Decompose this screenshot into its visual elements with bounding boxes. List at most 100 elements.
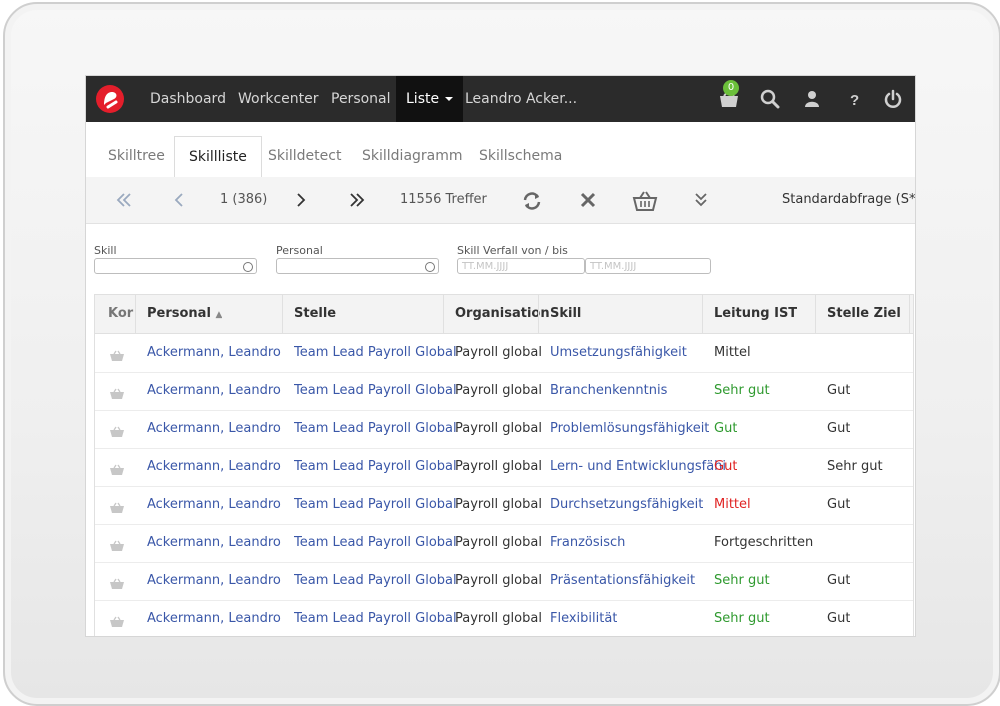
clear-icon[interactable] — [578, 190, 598, 210]
prev-page-icon[interactable] — [170, 190, 190, 210]
cell-skill[interactable]: Durchsetzungsfähigkeit — [550, 486, 703, 524]
basket-icon[interactable] — [109, 613, 125, 627]
col-header-leitung-ist[interactable]: Leitung IST — [714, 295, 797, 333]
cell-stelle[interactable]: Team Lead Payroll Global — [294, 600, 457, 636]
nav-dashboard[interactable]: Dashboard — [150, 76, 226, 122]
tab-skilldetect[interactable]: Skilldetect — [268, 136, 341, 176]
basket-icon[interactable] — [109, 575, 125, 589]
next-page-icon[interactable] — [291, 190, 311, 210]
nav-workcenter[interactable]: Workcenter — [238, 76, 319, 122]
cell-skill[interactable]: Französisch — [550, 524, 625, 562]
cell-skill[interactable]: Flexibilität — [550, 600, 617, 636]
cell-personal[interactable]: Ackermann, Leandro — [147, 334, 281, 372]
search-icon[interactable] — [760, 89, 780, 109]
cell-stelle[interactable]: Team Lead Payroll Global — [294, 562, 457, 600]
cell-stelle[interactable]: Team Lead Payroll Global — [294, 524, 457, 562]
basket-icon[interactable] — [109, 461, 125, 475]
search-icon — [243, 262, 253, 272]
table-row[interactable]: Ackermann, Leandro Team Lead Payroll Glob… — [95, 372, 913, 411]
column-divider — [909, 295, 910, 333]
cell-leitung-ist: Mittel — [714, 345, 751, 360]
cell-skill[interactable]: Präsentationsfähigkeit — [550, 562, 695, 600]
cell-personal[interactable]: Ackermann, Leandro — [147, 448, 281, 486]
cell-personal[interactable]: Ackermann, Leandro — [147, 600, 281, 636]
skill-table: Korb Personal ▲ Stelle Organisation Skil… — [94, 294, 914, 636]
cell-leitung-ist: Sehr gut — [714, 573, 770, 588]
skill-filter-input[interactable] — [94, 258, 257, 274]
cell-stelle-ziel: Gut — [827, 421, 851, 436]
col-header-stelle-ziel[interactable]: Stelle Ziel — [827, 295, 901, 333]
cell-organisation: Payroll global — [455, 497, 542, 512]
nav-user[interactable]: Leandro Acker... — [465, 76, 577, 122]
hits-count: 11556 Treffer — [400, 192, 487, 207]
basket-icon[interactable] — [109, 385, 125, 399]
cell-skill[interactable]: Lern- und Entwicklungsfähi — [550, 448, 726, 486]
query-select[interactable]: Standardabfrage (S*) — [782, 177, 915, 223]
column-divider — [443, 295, 444, 333]
cell-personal[interactable]: Ackermann, Leandro — [147, 372, 281, 410]
basket-icon[interactable] — [109, 347, 125, 361]
cell-leitung-ist: Gut — [714, 459, 738, 474]
verfall-filter-label: Skill Verfall von / bis — [457, 244, 568, 257]
top-navbar: Dashboard Workcenter Personal Liste Lean… — [86, 76, 915, 122]
refresh-icon[interactable] — [521, 190, 541, 210]
cell-stelle[interactable]: Team Lead Payroll Global — [294, 486, 457, 524]
search-icon — [425, 262, 435, 272]
power-icon[interactable] — [883, 89, 903, 109]
cell-stelle-ziel: Gut — [827, 611, 851, 626]
verfall-to-input[interactable]: TT.MM.JJJJ — [585, 258, 711, 274]
tab-skilldiagramm[interactable]: Skilldiagramm — [362, 136, 463, 176]
chevron-down-icon — [445, 97, 454, 101]
cell-skill[interactable]: Umsetzungsfähigkeit — [550, 334, 687, 372]
personal-filter-input[interactable] — [276, 258, 439, 274]
cell-stelle-ziel: Gut — [827, 383, 851, 398]
tab-skillschema[interactable]: Skillschema — [479, 136, 562, 176]
basket-icon[interactable] — [109, 499, 125, 513]
basket-icon[interactable] — [632, 190, 658, 211]
column-divider — [135, 295, 136, 333]
table-row[interactable]: Ackermann, Leandro Team Lead Payroll Glob… — [95, 562, 913, 601]
col-header-stelle[interactable]: Stelle — [294, 295, 336, 333]
cell-stelle[interactable]: Team Lead Payroll Global — [294, 334, 457, 372]
table-row[interactable]: Ackermann, Leandro Team Lead Payroll Glob… — [95, 486, 913, 525]
basket-icon[interactable] — [109, 423, 125, 437]
column-divider — [702, 295, 703, 333]
table-row[interactable]: Ackermann, Leandro Team Lead Payroll Glob… — [95, 524, 913, 563]
table-row[interactable]: Ackermann, Leandro Team Lead Payroll Glob… — [95, 448, 913, 487]
cell-organisation: Payroll global — [455, 535, 542, 550]
tab-skillliste[interactable]: Skillliste — [174, 136, 262, 179]
cell-personal[interactable]: Ackermann, Leandro — [147, 562, 281, 600]
cell-organisation: Payroll global — [455, 421, 542, 436]
query-select-label: Standardabfrage (S*) — [782, 192, 915, 207]
table-row[interactable]: Ackermann, Leandro Team Lead Payroll Glob… — [95, 410, 913, 449]
cell-stelle[interactable]: Team Lead Payroll Global — [294, 372, 457, 410]
personal-filter-label: Personal — [276, 244, 323, 257]
verfall-from-input[interactable]: TT.MM.JJJJ — [457, 258, 585, 274]
cell-stelle[interactable]: Team Lead Payroll Global — [294, 448, 457, 486]
cell-personal[interactable]: Ackermann, Leandro — [147, 410, 281, 448]
app-window: Dashboard Workcenter Personal Liste Lean… — [86, 76, 915, 636]
first-page-icon[interactable] — [114, 190, 134, 210]
nav-personal[interactable]: Personal — [331, 76, 391, 122]
table-row[interactable]: Ackermann, Leandro Team Lead Payroll Glob… — [95, 600, 913, 636]
col-header-personal[interactable]: Personal ▲ — [147, 295, 222, 333]
cell-skill[interactable]: Branchenkenntnis — [550, 372, 667, 410]
nav-liste[interactable]: Liste — [396, 76, 464, 122]
cell-skill[interactable]: Problemlösungsfähigkeit — [550, 410, 709, 448]
cell-stelle[interactable]: Team Lead Payroll Global — [294, 410, 457, 448]
last-page-icon[interactable] — [347, 190, 367, 210]
cell-personal[interactable]: Ackermann, Leandro — [147, 486, 281, 524]
expand-down-icon[interactable] — [691, 190, 711, 210]
basket-icon[interactable] — [109, 537, 125, 551]
cell-personal[interactable]: Ackermann, Leandro — [147, 524, 281, 562]
col-header-organisation[interactable]: Organisation — [455, 295, 550, 333]
cell-organisation: Payroll global — [455, 573, 542, 588]
help-icon[interactable]: ? — [844, 89, 864, 109]
tab-skilltree[interactable]: Skilltree — [108, 136, 165, 176]
user-icon[interactable] — [802, 89, 822, 109]
col-header-korb[interactable]: Korb — [108, 295, 134, 333]
col-header-skill[interactable]: Skill — [550, 295, 581, 333]
table-row[interactable]: Ackermann, Leandro Team Lead Payroll Glob… — [95, 334, 913, 373]
cell-stelle-ziel: Gut — [827, 497, 851, 512]
app-logo[interactable] — [96, 85, 124, 113]
